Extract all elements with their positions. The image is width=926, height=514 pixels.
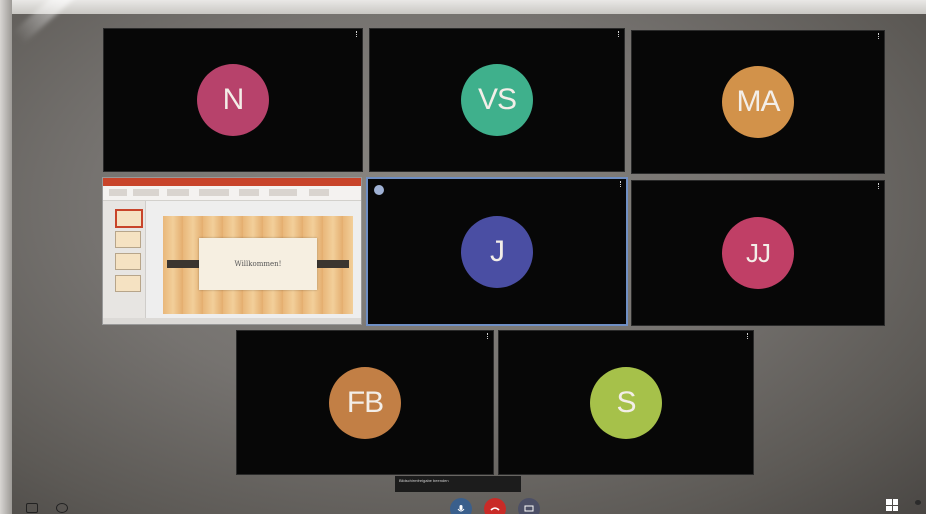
monitor-screen: N VS MA Willkommen! J JJ FB S Bildschirm… bbox=[0, 0, 926, 514]
powerpoint-ribbon bbox=[103, 186, 361, 201]
ribbon-button bbox=[309, 189, 329, 196]
avatar-initials: FB bbox=[346, 385, 384, 419]
microphone-button[interactable] bbox=[450, 498, 472, 514]
participant-avatar: JJ bbox=[722, 217, 794, 289]
slide-canvas: Willkommen! bbox=[163, 216, 353, 314]
slide-thumbnail bbox=[115, 231, 141, 248]
participant-tile[interactable]: MA bbox=[631, 30, 885, 174]
slide-title: Willkommen! bbox=[234, 260, 282, 268]
ribbon-button bbox=[199, 189, 229, 196]
shared-screen-tile[interactable]: Willkommen! bbox=[102, 177, 362, 325]
ribbon-button bbox=[167, 189, 189, 196]
participant-tile[interactable]: S bbox=[498, 330, 754, 475]
share-screen-icon bbox=[524, 505, 534, 512]
more-options-icon[interactable] bbox=[620, 181, 623, 187]
slide-thumbnail bbox=[115, 253, 141, 270]
share-screen-button[interactable] bbox=[518, 498, 540, 514]
avatar-initials: S bbox=[616, 385, 636, 419]
participant-avatar: J bbox=[461, 215, 533, 288]
monitor-bezel-left bbox=[0, 0, 12, 514]
avatar-initials: JJ bbox=[746, 237, 771, 268]
grid-cell bbox=[886, 499, 892, 505]
more-options-icon[interactable] bbox=[356, 31, 359, 37]
slide-title-card: Willkommen! bbox=[199, 238, 317, 290]
tooltip-text: Bildschirmfreigabe beenden bbox=[399, 478, 449, 483]
powerpoint-status-bar bbox=[103, 318, 361, 324]
slide-thumbnail bbox=[115, 209, 143, 228]
people-icon[interactable] bbox=[914, 500, 922, 510]
participant-avatar: VS bbox=[461, 64, 533, 136]
control-tooltip: Bildschirmfreigabe beenden bbox=[395, 476, 521, 492]
participant-tile-active[interactable]: J bbox=[366, 177, 628, 326]
avatar-initials: J bbox=[490, 234, 505, 268]
avatar-initials: MA bbox=[736, 85, 781, 118]
microphone-icon bbox=[457, 505, 465, 512]
ribbon-button bbox=[133, 189, 159, 196]
avatar-initials: VS bbox=[477, 83, 517, 116]
avatar-initials: N bbox=[222, 83, 245, 116]
ribbon-button bbox=[109, 189, 127, 196]
participant-tile[interactable]: VS bbox=[369, 28, 625, 172]
grid-layout-icon[interactable] bbox=[886, 499, 898, 511]
ribbon-button bbox=[269, 189, 297, 196]
camera-icon[interactable] bbox=[56, 503, 68, 513]
more-options-icon[interactable] bbox=[618, 31, 621, 37]
grid-cell bbox=[892, 505, 898, 511]
grid-cell bbox=[886, 505, 892, 511]
participant-tile[interactable]: FB bbox=[236, 330, 494, 475]
participant-tile[interactable]: N bbox=[103, 28, 363, 172]
chat-icon[interactable] bbox=[26, 503, 38, 513]
more-options-icon[interactable] bbox=[747, 333, 750, 339]
participant-avatar: N bbox=[197, 64, 269, 136]
slide-thumbnail bbox=[115, 275, 141, 292]
more-options-icon[interactable] bbox=[878, 183, 881, 189]
participant-avatar: S bbox=[590, 366, 662, 439]
participant-tile[interactable]: JJ bbox=[631, 180, 885, 326]
monitor-bezel-top bbox=[0, 0, 926, 14]
powerpoint-title-bar bbox=[103, 178, 361, 186]
ribbon-button bbox=[239, 189, 259, 196]
grid-cell bbox=[892, 499, 898, 505]
speaking-indicator-icon bbox=[374, 185, 384, 195]
participant-avatar: FB bbox=[329, 366, 401, 439]
participant-avatar: MA bbox=[722, 66, 794, 138]
more-options-icon[interactable] bbox=[487, 333, 490, 339]
hangup-icon bbox=[490, 507, 500, 511]
more-options-icon[interactable] bbox=[878, 33, 881, 39]
slide-thumbnails bbox=[103, 201, 146, 319]
end-call-button[interactable] bbox=[484, 498, 506, 514]
